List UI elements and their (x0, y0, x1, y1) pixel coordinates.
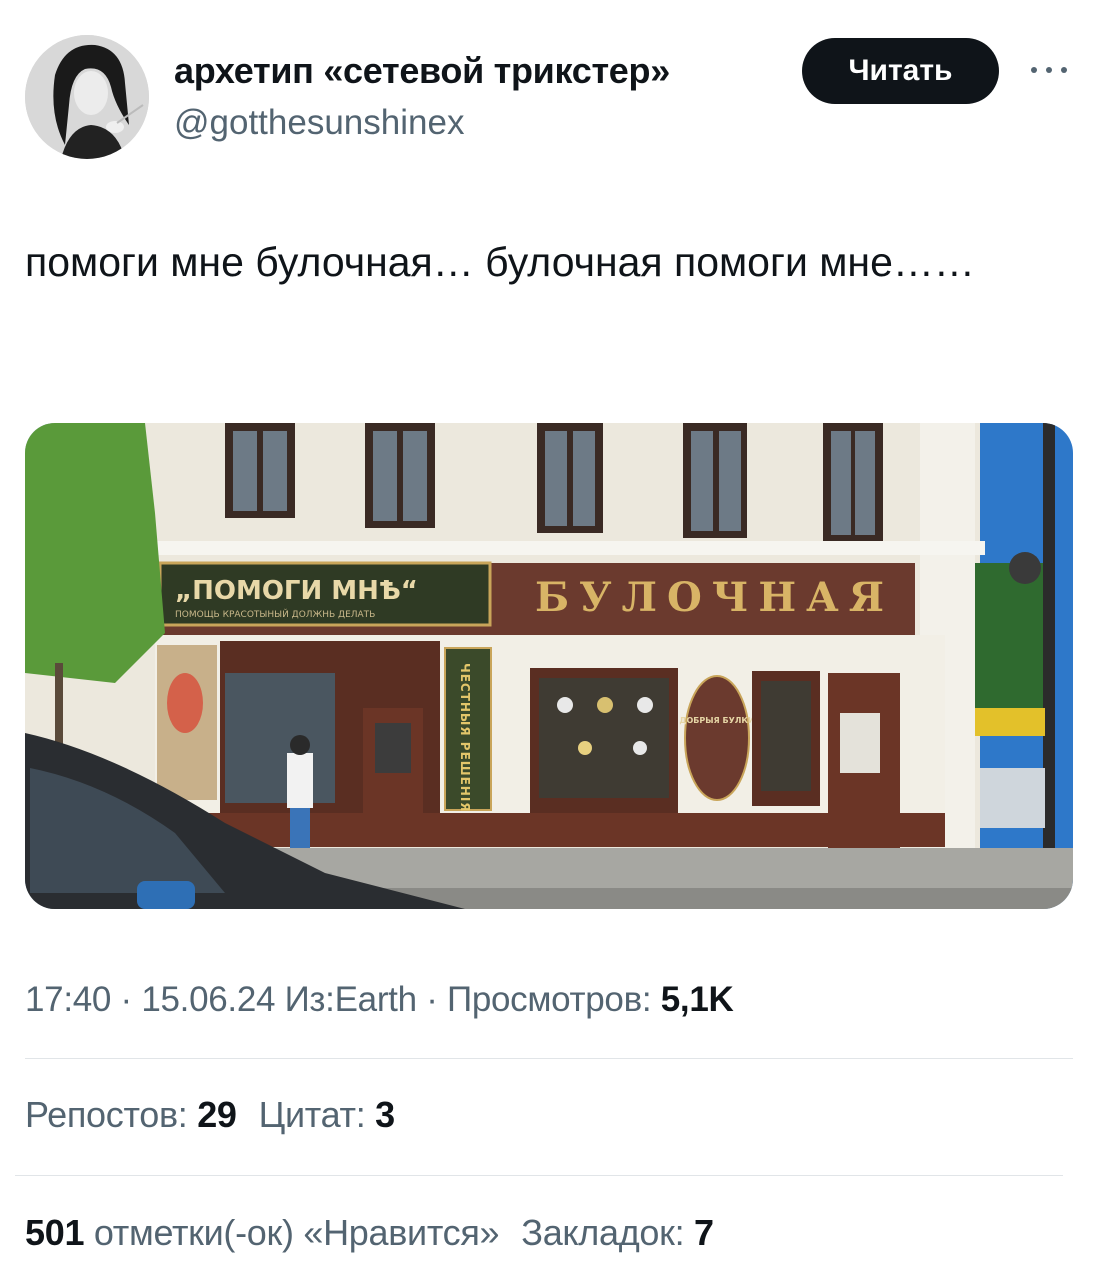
reposts-count: 29 (197, 1094, 237, 1135)
quotes-label: Цитат: (258, 1094, 376, 1135)
engagement-stats-row: Репостов: 29 Цитат: 3 (25, 1094, 395, 1136)
quotes-count: 3 (375, 1094, 395, 1135)
sign-left-subtext: ПОМОЩЬ КРАСОТЫНЫЙ ДОЛЖНЬ ДЕЛАТЬ (175, 608, 375, 620)
follow-button[interactable]: Читать (802, 38, 999, 104)
divider (25, 1058, 1073, 1059)
vertical-sign-text: ЧЕСТНЫЯ РЕШЕНІЯ (458, 663, 472, 813)
more-options-button[interactable] (1026, 52, 1072, 88)
divider (15, 1175, 1063, 1176)
views-count: 5,1K (660, 980, 734, 1019)
quotes-stat[interactable]: Цитат: 3 (259, 1094, 395, 1135)
avatar-image (25, 35, 149, 159)
more-horizontal-icon (1031, 67, 1067, 73)
likes-stat[interactable]: 501 отметки(-ок) «Нравится» (25, 1212, 500, 1253)
bookmarks-label: Закладок: (521, 1212, 694, 1253)
sign-left-text: „ПОМОГИ МНѢ“ (175, 576, 418, 606)
tweet-date[interactable]: 15.06.24 (141, 980, 275, 1019)
likes-label: отметки(-ок) «Нравится» (84, 1212, 500, 1253)
meta-separator: · (111, 980, 142, 1019)
views-label: Просмотров: (446, 980, 661, 1019)
oval-sign-text: ДОБРЫЯ БУЛКИ (679, 716, 754, 725)
sign-right-text: БУЛОЧНАЯ (535, 574, 894, 621)
meta-separator: · (416, 980, 447, 1019)
tweet-time[interactable]: 17:40 (25, 980, 111, 1019)
tweet-meta: 17:40 · 15.06.24 Из:Earth · Просмотров: … (25, 980, 734, 1020)
tweet-photo[interactable]: „ПОМОГИ МНѢ“ ПОМОЩЬ КРАСОТЫНЫЙ ДОЛЖНЬ ДЕ… (25, 423, 1073, 909)
bookmarks-stat[interactable]: Закладок: 7 (521, 1212, 714, 1253)
tweet-source: Из:Earth (275, 980, 417, 1019)
reposts-label: Репостов: (25, 1094, 198, 1135)
engagement-stats-row: 501 отметки(-ок) «Нравится» Закладок: 7 (25, 1212, 714, 1254)
bakery-storefront-image: „ПОМОГИ МНѢ“ ПОМОЩЬ КРАСОТЫНЫЙ ДОЛЖНЬ ДЕ… (25, 423, 1073, 909)
bookmarks-count: 7 (694, 1212, 714, 1253)
likes-count: 501 (25, 1212, 85, 1253)
tweet-text: помоги мне булочная… булочная помоги мне… (25, 239, 975, 285)
avatar[interactable] (25, 35, 149, 159)
author-display-name[interactable]: архетип «сетевой трикстер» (174, 50, 670, 92)
author-handle[interactable]: @gotthesunshinex (174, 103, 464, 143)
reposts-stat[interactable]: Репостов: 29 (25, 1094, 237, 1135)
